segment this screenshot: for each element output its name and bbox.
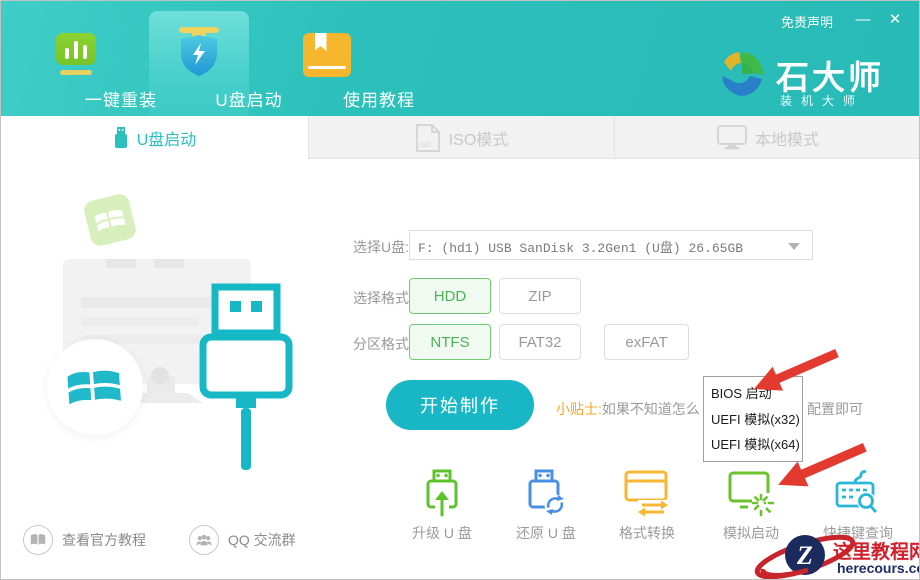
partition-option-exfat[interactable]: exFAT [604, 324, 689, 360]
tab-usb-boot[interactable]: U盘启动 [1, 116, 308, 160]
close-button[interactable]: ✕ [883, 9, 907, 31]
tool-label-restore: 还原 U 盘 [498, 523, 594, 543]
book-icon [303, 33, 351, 77]
usb-restore-icon [524, 469, 568, 517]
monitor-dot [151, 367, 169, 385]
tool-restore-usb[interactable]: 还原 U 盘 [498, 469, 594, 543]
usb-stick-icon [113, 126, 129, 150]
tip-after: 配置即可 [807, 399, 863, 419]
start-button[interactable]: 开始制作 [386, 380, 534, 430]
format-label: 选择格式: [353, 288, 413, 308]
usb-select-value: F: (hd1) USB SanDisk 3.2Gen1 (U盘) 26.65G… [418, 237, 743, 256]
monitor-icon [717, 124, 747, 151]
brand-logo-icon [717, 49, 767, 99]
svg-text:Z: Z [796, 541, 813, 570]
tool-format-convert[interactable]: 格式转换 [599, 469, 695, 543]
illustration [1, 159, 341, 539]
chart-bars-icon [56, 33, 96, 65]
nav-label-tutorial: 使用教程 [327, 86, 432, 111]
partition-option-fat32[interactable]: FAT32 [499, 324, 581, 360]
tab-label-usb-boot: U盘启动 [137, 126, 197, 150]
disclaimer-link[interactable]: 免责声明 [781, 12, 833, 31]
iso-file-icon: ISO [415, 123, 441, 153]
tab-bar: U盘启动 ISO ISO模式 本地模式 [1, 116, 920, 159]
chevron-down-icon [788, 243, 800, 250]
tip-label: 小贴士: [556, 401, 602, 417]
tip-text: 小贴士:如果不知道怎么 [556, 399, 700, 419]
tool-label-upgrade: 升级 U 盘 [394, 523, 490, 543]
tool-label-format: 格式转换 [599, 523, 695, 543]
annotation-arrow-boot-menu [749, 349, 841, 395]
tab-local-mode[interactable]: 本地模式 [614, 116, 920, 159]
partition-option-ntfs[interactable]: NTFS [409, 324, 491, 360]
tab-label-local: 本地模式 [755, 126, 819, 150]
tab-iso-mode[interactable]: ISO ISO模式 [308, 116, 614, 159]
nav-item-usb-boot[interactable]: U盘启动 [149, 1, 249, 116]
green-tile [82, 192, 138, 248]
guide-book-icon [23, 525, 53, 555]
users-icon [189, 525, 219, 555]
svg-text:ISO: ISO [419, 142, 432, 149]
format-option-hdd[interactable]: HDD [409, 278, 491, 314]
usb-select[interactable]: F: (hd1) USB SanDisk 3.2Gen1 (U盘) 26.65G… [409, 230, 813, 260]
watermark: Z 这里教程网 herecours.com [753, 523, 920, 580]
official-guide-label: 查看官方教程 [62, 530, 146, 550]
nav-item-reinstall[interactable]: 一键重装 [31, 1, 121, 116]
format-convert-icon [624, 469, 670, 517]
usb-plug-drawing [197, 281, 293, 476]
official-guide-link[interactable]: 查看官方教程 [23, 525, 146, 555]
windows-badge [47, 339, 143, 435]
minimize-button[interactable]: — [851, 9, 875, 31]
usb-select-label: 选择U盘: [353, 237, 409, 257]
annotation-arrow-simulate [773, 443, 869, 491]
partition-label: 分区格式: [353, 334, 413, 354]
boot-menu-item-uefi32[interactable]: UEFI 模拟(x32) [704, 409, 802, 428]
tool-upgrade-usb[interactable]: 升级 U 盘 [394, 469, 490, 543]
usb-shield-icon [175, 21, 223, 79]
format-option-zip[interactable]: ZIP [499, 278, 581, 314]
app-window: 一键重装 U盘启动 使用教程 免责声明 — ✕ [0, 0, 920, 580]
qq-group-label: QQ 交流群 [228, 530, 296, 550]
header: 一键重装 U盘启动 使用教程 免责声明 — ✕ [1, 1, 920, 116]
brand-tagline: 装机大师 [780, 92, 864, 109]
tip-before: 如果不知道怎么 [602, 401, 700, 417]
qq-group-link[interactable]: QQ 交流群 [189, 525, 296, 555]
simulate-boot-icon [728, 469, 774, 517]
watermark-url: herecours.com [837, 560, 920, 576]
nav-item-tutorial[interactable]: 使用教程 [274, 1, 379, 116]
chart-bars-underline [60, 70, 92, 75]
tab-label-iso: ISO模式 [449, 126, 509, 150]
usb-upgrade-icon [420, 469, 464, 517]
